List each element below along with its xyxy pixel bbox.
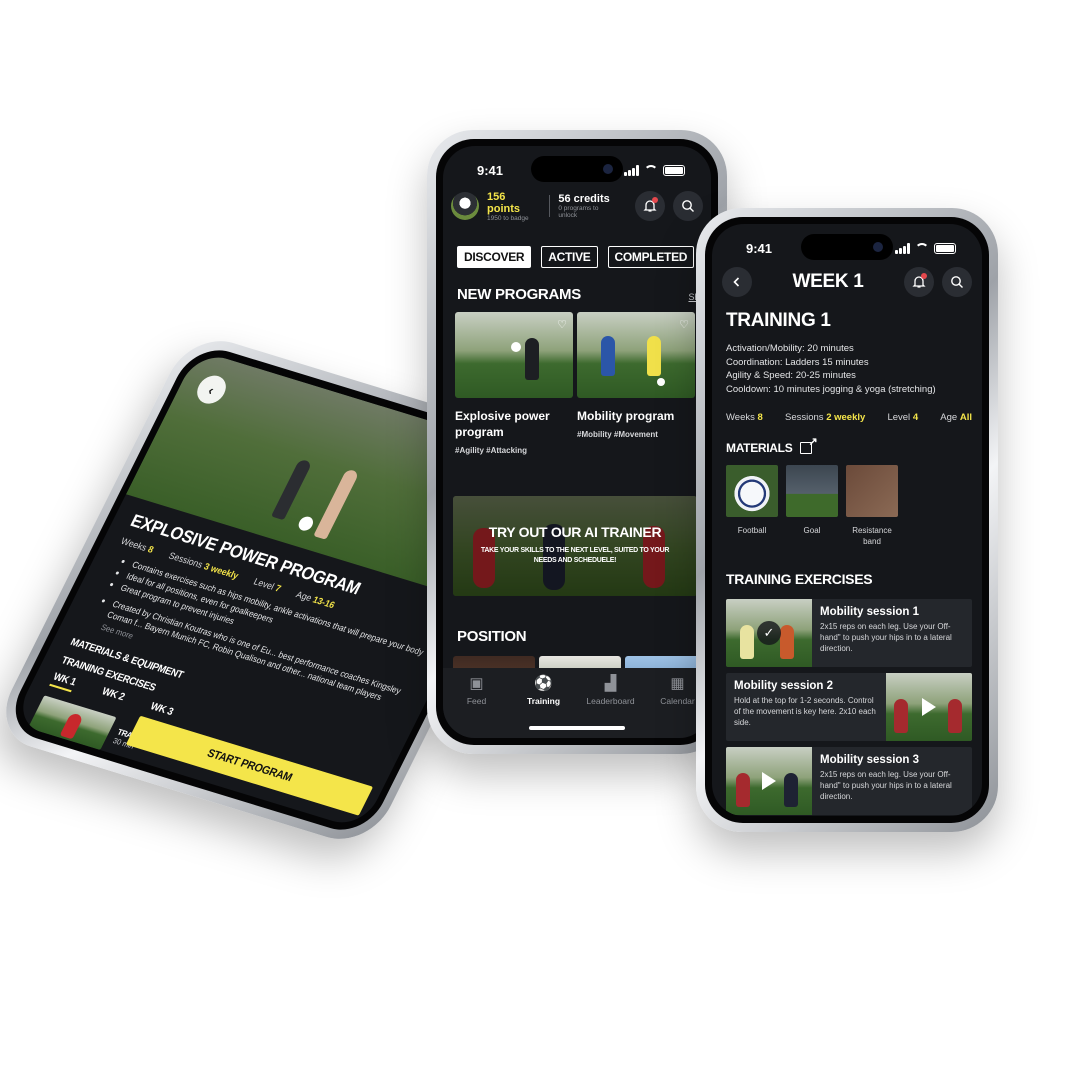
signal-icon bbox=[624, 164, 639, 176]
program-card-title: Mobility program bbox=[577, 409, 675, 423]
training-title: Training 1 bbox=[726, 310, 831, 331]
tab-week-1[interactable]: Wk 1 bbox=[49, 671, 78, 693]
search-icon bbox=[951, 276, 963, 288]
ai-trainer-banner[interactable]: Try out our AI trainer Take your skills … bbox=[453, 496, 697, 596]
program-card-image: ♡ bbox=[577, 312, 695, 398]
position-heading: Position bbox=[457, 628, 527, 645]
material-resistance-band[interactable]: Resistance band bbox=[846, 465, 898, 547]
new-programs-heading: New programs bbox=[457, 286, 581, 303]
material-football[interactable]: Football bbox=[726, 465, 778, 547]
credits-value: 56 credits bbox=[558, 193, 610, 205]
status-time: 9:41 bbox=[477, 162, 504, 178]
exercises-heading: Training exercises bbox=[726, 571, 873, 587]
materials-heading: Materials bbox=[726, 435, 972, 455]
page-title: Week 1 bbox=[792, 271, 864, 292]
battery-icon bbox=[934, 242, 956, 254]
notifications-button[interactable] bbox=[635, 191, 666, 221]
phone-right-week-detail: 9:41 Week 1 bbox=[696, 208, 998, 832]
materials-list: Football Goal Resistance band bbox=[726, 465, 972, 547]
exercise-thumbnail: ✓ bbox=[726, 599, 812, 667]
training-description: Activation/Mobility: 20 minutes Coordina… bbox=[726, 343, 936, 395]
home-indicator bbox=[529, 726, 625, 730]
week-header: Week 1 bbox=[722, 264, 972, 300]
training-thumbnail bbox=[28, 695, 117, 751]
exercise-thumbnail bbox=[886, 673, 972, 741]
search-button[interactable] bbox=[941, 267, 972, 297]
exercise-list: ✓ Mobility session 1 2x15 reps on each l… bbox=[726, 599, 972, 815]
heart-icon[interactable]: ♡ bbox=[557, 318, 567, 331]
points-header: 156 points 1950 to badge 56 credits 0 pr… bbox=[451, 186, 704, 226]
dynamic-island bbox=[801, 234, 893, 260]
football-icon: ⚽ bbox=[534, 675, 553, 692]
avatar[interactable] bbox=[451, 192, 479, 220]
ai-trainer-subtitle: Take your skills to the next level, suit… bbox=[480, 547, 670, 564]
tab-discover[interactable]: Discover bbox=[457, 246, 532, 268]
goal-image bbox=[786, 465, 838, 517]
back-button[interactable] bbox=[722, 267, 752, 297]
points-value: 156 points bbox=[487, 190, 520, 215]
exercise-card[interactable]: Mobility session 3 2x15 reps on each leg… bbox=[726, 747, 972, 815]
heart-icon[interactable]: ♡ bbox=[679, 318, 689, 331]
program-card-tags: #Agility #Attacking bbox=[455, 446, 528, 455]
wifi-icon bbox=[644, 165, 658, 175]
battery-icon bbox=[663, 164, 685, 176]
play-square-icon: ▣ bbox=[469, 675, 484, 692]
program-card-image: ♡ bbox=[455, 312, 573, 398]
exercise-thumbnail bbox=[726, 747, 812, 815]
phone-middle-discover: 9:41 156 points 1950 to badge 56 credits… bbox=[427, 130, 727, 754]
training-meta: Weeks 8 Sessions 2 weekly Level 4 Age Al… bbox=[726, 412, 972, 423]
program-card-mobility[interactable]: ♡ Mobility program #Mobility #Movement bbox=[577, 312, 695, 439]
search-button[interactable] bbox=[673, 191, 704, 221]
check-icon: ✓ bbox=[757, 621, 781, 645]
podium-icon: ▟ bbox=[604, 675, 617, 692]
material-goal[interactable]: Goal bbox=[786, 465, 838, 547]
play-icon[interactable] bbox=[922, 698, 936, 716]
program-card-title: Explosive power program bbox=[455, 409, 550, 439]
week-detail-screen: 9:41 Week 1 bbox=[712, 224, 982, 816]
tab-week-2[interactable]: Wk 2 bbox=[98, 686, 127, 707]
program-tabs: Discover Active Completed ♡ bbox=[457, 246, 711, 268]
signal-icon bbox=[895, 242, 910, 254]
exercise-card[interactable]: Mobility session 2 Hold at the top for 1… bbox=[726, 673, 972, 741]
ai-trainer-title: Try out our AI trainer bbox=[488, 524, 662, 540]
play-icon[interactable] bbox=[762, 772, 776, 790]
nav-feed[interactable]: ▣ Feed bbox=[447, 676, 507, 738]
exercise-card[interactable]: ✓ Mobility session 1 2x15 reps on each l… bbox=[726, 599, 972, 667]
search-icon bbox=[682, 200, 695, 212]
notifications-button[interactable] bbox=[903, 267, 934, 297]
discover-screen: 9:41 156 points 1950 to badge 56 credits… bbox=[443, 146, 711, 738]
resistance-band-image bbox=[846, 465, 898, 517]
dynamic-island bbox=[531, 156, 623, 182]
program-card-tags: #Mobility #Movement bbox=[577, 430, 658, 439]
external-link-icon[interactable] bbox=[800, 435, 817, 454]
tab-completed[interactable]: Completed bbox=[607, 246, 695, 268]
chevron-left-icon bbox=[733, 277, 740, 287]
calendar-icon: ▦ bbox=[670, 675, 685, 692]
status-time: 9:41 bbox=[746, 240, 773, 256]
football-image bbox=[726, 465, 778, 517]
program-card-explosive[interactable]: ♡ Explosive power program #Agility #Atta… bbox=[455, 312, 573, 455]
tab-active[interactable]: Active bbox=[541, 246, 598, 268]
wifi-icon bbox=[915, 243, 929, 253]
